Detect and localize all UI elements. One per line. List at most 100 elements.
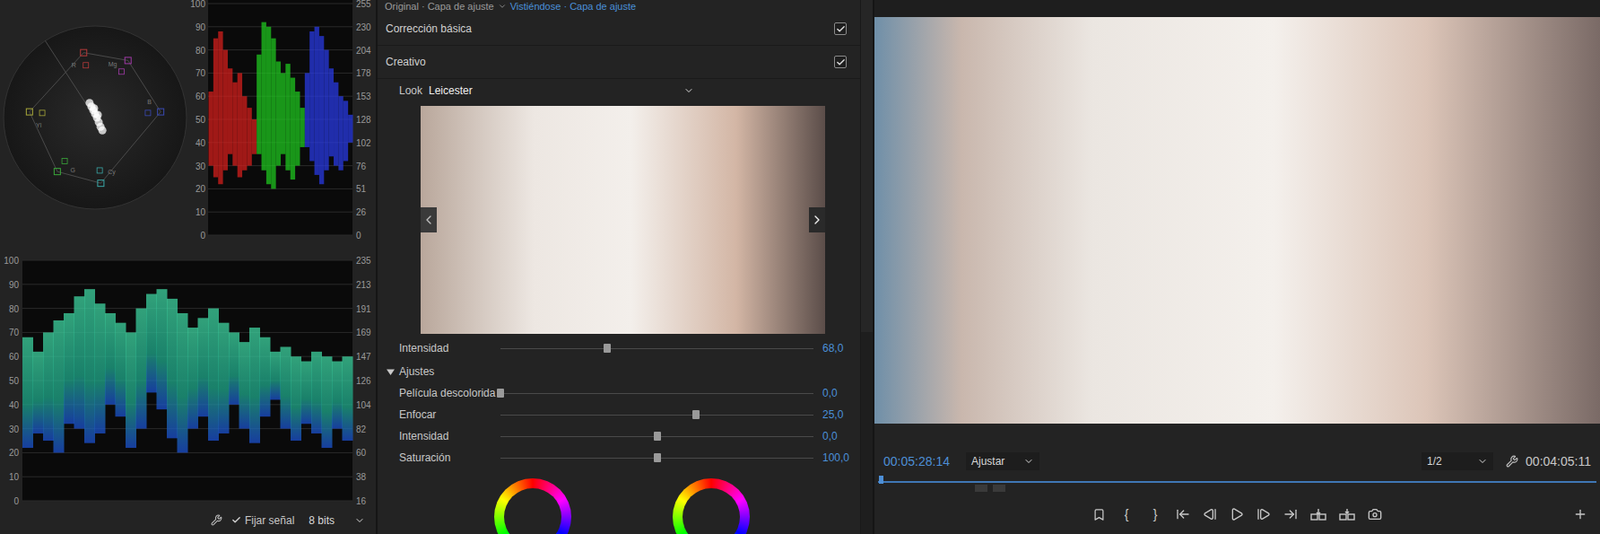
slider-value[interactable]: 25,0	[822, 406, 844, 423]
slider-value[interactable]: 0,0	[822, 427, 838, 444]
highlight-tint-wheel[interactable]	[672, 478, 750, 534]
target-label: B	[147, 98, 152, 105]
step-back-icon[interactable]	[1202, 506, 1218, 522]
slider-track[interactable]	[500, 387, 814, 399]
rgb-parade: 1002559023080204701786015350128401023076…	[190, 0, 376, 244]
slider-thumb[interactable]	[692, 409, 700, 419]
waveform-tick: 50	[8, 375, 20, 386]
parade-tick: 102	[356, 138, 372, 148]
slider-thumb[interactable]	[653, 431, 661, 441]
section-header[interactable]: Corrección básica	[377, 12, 861, 46]
waveform-tick: 213	[356, 279, 372, 290]
disclosure-triangle-icon	[386, 367, 395, 376]
waveform-graph	[22, 260, 353, 501]
wrench-icon[interactable]	[210, 513, 223, 526]
luma-waveform: 1002359021380191701696014750126401043082…	[0, 243, 376, 506]
source-clip[interactable]: Original · Capa de ajuste	[384, 0, 495, 12]
waveform-tick: 100	[3, 255, 19, 266]
overwrite-icon[interactable]	[1339, 507, 1356, 521]
parade-tick: 76	[356, 161, 367, 172]
target-label: Yl	[35, 121, 43, 129]
pin-signal-checkbox[interactable]: Fijar señal	[231, 512, 295, 529]
slider-value[interactable]: 0,0	[822, 384, 838, 401]
timeline-ruler[interactable]	[878, 475, 1597, 492]
vectorscope-target: B	[145, 98, 165, 116]
app: RMgBCyGYl1002559023080204701786015350128…	[0, 0, 1600, 534]
target-label: G	[70, 166, 76, 174]
vectorscope-hexagon	[29, 52, 161, 183]
playhead[interactable]	[878, 475, 884, 484]
waveform-tick: 80	[8, 304, 20, 314]
parade-graph	[208, 0, 353, 235]
bit-depth-dropdown[interactable]: 8 bits	[308, 512, 366, 529]
current-timecode[interactable]: 00:05:28:14	[883, 452, 950, 471]
slider-label: Intensidad	[377, 427, 501, 444]
shadow-tint-wheel[interactable]	[494, 478, 572, 534]
look-dropdown[interactable]: Leicester	[428, 82, 700, 99]
waveform-tick: 70	[8, 327, 20, 338]
vectorscope-trace	[85, 98, 106, 135]
section-checkbox[interactable]	[834, 22, 847, 35]
slider-track[interactable]	[500, 342, 814, 354]
parade-tick: 70	[195, 68, 207, 79]
camera-icon[interactable]	[1367, 506, 1383, 522]
waveform-tick: 126	[356, 375, 372, 386]
waveform-tick: 10	[8, 471, 20, 482]
chevron-down-icon	[683, 85, 695, 96]
waveform-tick: 60	[356, 447, 367, 458]
adjustment-slider: Enfocar 25,0	[377, 403, 861, 426]
duration-timecode: 00:04:05:11	[1525, 452, 1592, 471]
slider-track[interactable]	[500, 430, 814, 442]
breadcrumb: Original · Capa de ajuste Vistiéndose · C…	[377, 0, 861, 13]
chevron-right-icon	[809, 212, 825, 227]
parade-tick: 26	[356, 207, 367, 218]
parade-tick: 153	[356, 91, 372, 102]
slider-label: Enfocar	[377, 406, 501, 423]
play-icon[interactable]	[1229, 506, 1244, 522]
go-to-out-icon[interactable]	[1283, 506, 1298, 522]
parade-tick: 90	[195, 22, 207, 33]
waveform-tick: 0	[13, 495, 19, 506]
section-header[interactable]: Creativo	[377, 45, 861, 79]
plus-icon[interactable]	[1573, 506, 1588, 522]
slider-track[interactable]	[500, 452, 814, 463]
next-look-button[interactable]	[808, 207, 826, 233]
sequence-clip[interactable]: Vistiéndose · Capa de ajuste	[510, 0, 636, 12]
section-checkbox[interactable]	[834, 55, 847, 69]
slider-thumb[interactable]	[603, 343, 611, 353]
target-label: Cy	[107, 168, 116, 176]
zoom-dropdown[interactable]: Ajustar	[965, 452, 1040, 470]
parade-tick: 128	[356, 114, 372, 125]
chevron-down-icon[interactable]	[497, 1, 507, 11]
waveform-tick: 104	[356, 400, 372, 410]
waveform-tick: 147	[356, 351, 372, 362]
program-frame	[874, 17, 1600, 424]
wrench-icon[interactable]	[1505, 454, 1519, 468]
slider-value[interactable]: 100,0	[822, 449, 850, 466]
waveform-tick: 235	[356, 255, 372, 266]
parade-tick: 60	[195, 91, 207, 102]
chevron-down-icon	[1023, 455, 1035, 467]
mark-out-button[interactable]: }	[1147, 504, 1164, 524]
slider-value[interactable]: 68,0	[822, 339, 844, 357]
slider-track[interactable]	[500, 408, 814, 420]
program-monitor: 00:05:28:14 Ajustar 1/2 00:04:05:11 {}	[874, 0, 1600, 534]
marker-icon[interactable]	[1092, 507, 1106, 522]
parade-tick: 40	[195, 138, 207, 148]
vectorscope-target: Cy	[96, 167, 116, 187]
previous-look-button[interactable]	[420, 207, 437, 233]
parade-tick: 100	[190, 0, 206, 9]
mark-in-button[interactable]: {	[1118, 504, 1135, 524]
adjustments-toggle[interactable]: Ajustes	[377, 360, 861, 383]
scrollbar[interactable]	[860, 0, 873, 534]
check-icon	[231, 514, 242, 525]
resolution-dropdown[interactable]: 1/2	[1421, 452, 1494, 470]
slider-thumb[interactable]	[653, 452, 661, 462]
slider-thumb[interactable]	[496, 388, 505, 398]
waveform-tick: 82	[356, 424, 367, 435]
parade-tick: 30	[195, 161, 207, 172]
vectorscope-target: R	[71, 49, 89, 69]
go-to-in-icon[interactable]	[1175, 506, 1191, 522]
insert-icon[interactable]	[1310, 507, 1327, 521]
step-forward-icon[interactable]	[1256, 506, 1271, 522]
